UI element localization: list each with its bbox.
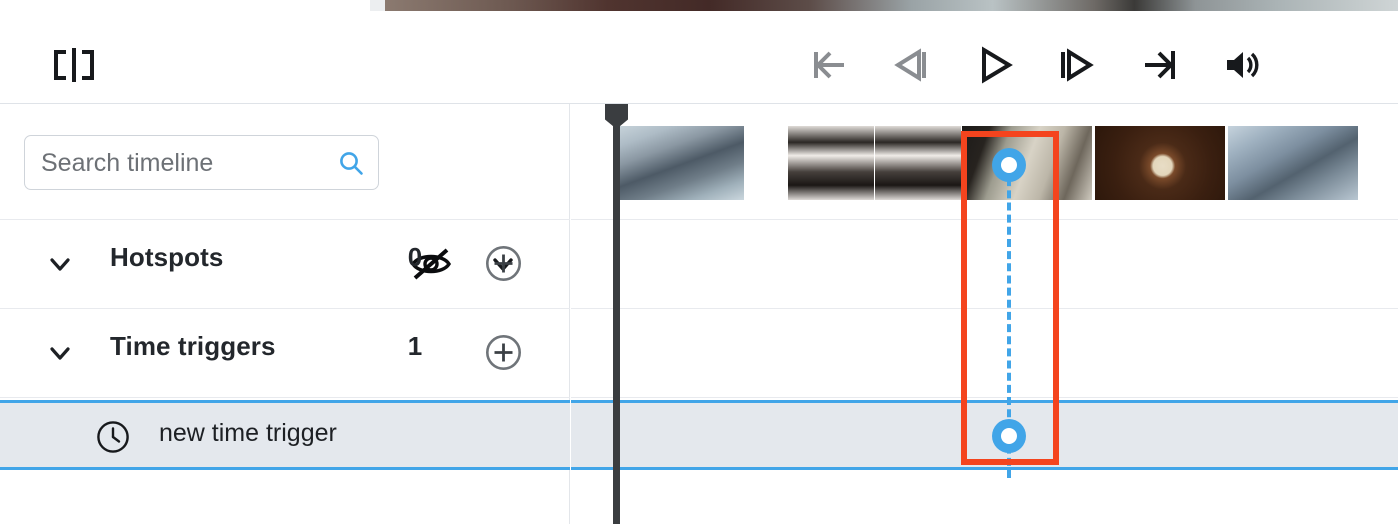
thumbnail-coffee-maker-1[interactable] — [788, 126, 874, 200]
timeline-sidebar: Hotspots 0 Time triggers — [0, 104, 570, 524]
chevron-down-icon — [50, 258, 70, 271]
chevron-down-icon — [50, 347, 70, 360]
player-toolbar — [0, 11, 1398, 104]
step-forward-icon — [1061, 48, 1094, 82]
keyframe-dot-icon[interactable] — [992, 148, 1026, 182]
skip-to-end-icon — [1144, 51, 1175, 79]
add-time-trigger-button[interactable] — [485, 334, 522, 371]
time-triggers-count: 1 — [407, 331, 423, 361]
thumbnail-coffee-maker-2[interactable] — [875, 126, 961, 200]
hotspots-label: Hotspots — [110, 242, 224, 272]
time-triggers-lane[interactable] — [571, 309, 1398, 398]
plus-circle-icon — [485, 334, 522, 371]
search-icon[interactable] — [338, 150, 364, 176]
sidebar-group-hotspots[interactable]: Hotspots 0 — [0, 220, 570, 309]
volume-button[interactable] — [1212, 36, 1270, 94]
search-row — [0, 104, 570, 220]
add-hotspot-button[interactable] — [485, 245, 522, 282]
transport-controls — [800, 33, 1270, 97]
hotspots-collapse-caret[interactable] — [47, 254, 73, 274]
video-preview-left-padding — [370, 0, 386, 11]
step-back-button[interactable] — [882, 36, 940, 94]
volume-icon — [1226, 52, 1259, 78]
thumbnail-coffee-beans-cup[interactable] — [1095, 126, 1225, 200]
step-backward-icon — [894, 48, 927, 82]
video-preview-strip — [385, 0, 1398, 11]
hotspots-lane[interactable] — [571, 220, 1398, 309]
hotspots-count: 0 — [407, 242, 423, 272]
timeline-tracks[interactable] — [571, 104, 1398, 524]
skip-to-start-button[interactable] — [800, 36, 858, 94]
play-button[interactable] — [965, 36, 1023, 94]
thumbnail-office-meeting-1[interactable] — [614, 126, 744, 200]
play-icon — [981, 46, 1013, 84]
sidebar-group-time-triggers[interactable]: Time triggers 1 — [0, 309, 570, 398]
split-view-icon[interactable] — [50, 44, 98, 86]
timeline-editor-window: Hotspots 0 Time triggers — [0, 0, 1398, 524]
timeline-body: Hotspots 0 Time triggers — [0, 104, 1398, 524]
skip-to-end-button[interactable] — [1130, 36, 1188, 94]
skip-to-start-icon — [814, 51, 844, 79]
keyframe-dot-icon[interactable] — [992, 419, 1026, 453]
search-input[interactable] — [39, 136, 333, 191]
clock-icon — [96, 420, 130, 454]
time-trigger-track-row[interactable] — [571, 400, 1398, 470]
time-trigger-name: new time trigger — [159, 419, 337, 447]
plus-circle-icon — [485, 245, 522, 282]
time-triggers-collapse-caret[interactable] — [47, 343, 73, 363]
thumbnail-hands-on-laptop[interactable] — [962, 126, 1092, 200]
search-timeline-box[interactable] — [24, 135, 379, 191]
step-forward-button[interactable] — [1047, 36, 1105, 94]
thumbnail-office-meeting-2[interactable] — [1228, 126, 1358, 200]
time-triggers-label: Time triggers — [110, 331, 276, 361]
filmstrip-lane[interactable] — [571, 104, 1398, 220]
playhead-line[interactable] — [613, 104, 620, 524]
time-trigger-row-label-cell[interactable]: new time trigger — [0, 400, 570, 470]
